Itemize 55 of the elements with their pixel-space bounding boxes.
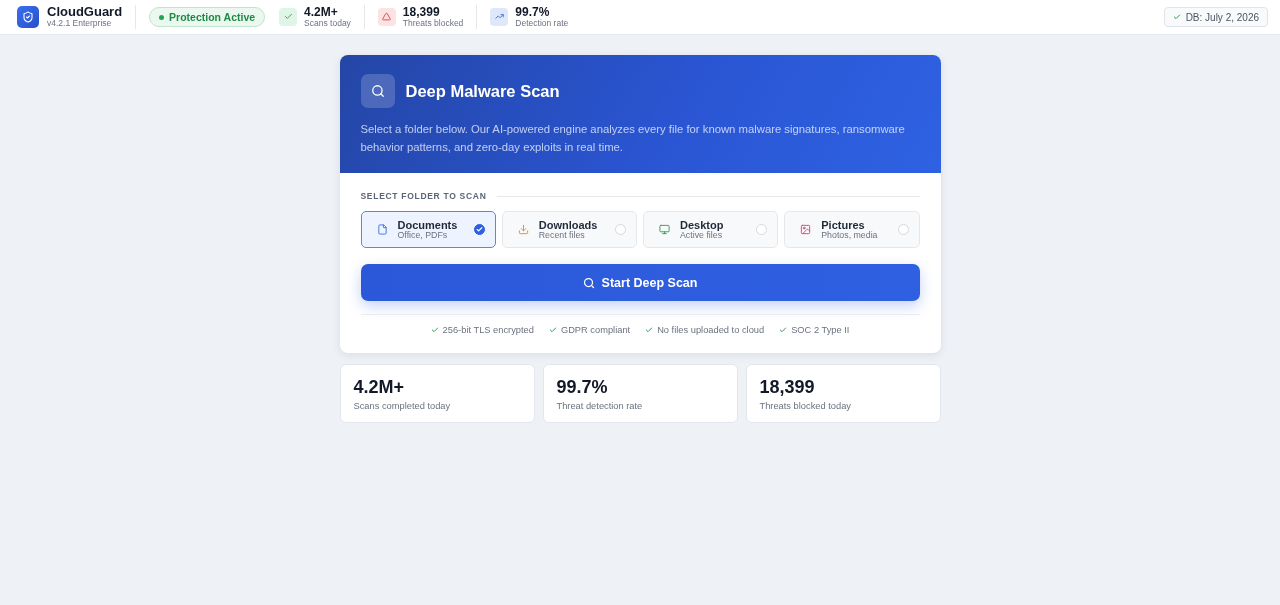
stat-value: 99.7% [556,377,609,398]
radio-empty-icon[interactable] [756,224,768,235]
folder-subtitle: Active files [680,230,724,241]
app-version: v4.2.1 Enterprise [47,19,113,29]
feature-text: GDPR compliant [560,325,631,335]
stat-value: 4.2M+ [304,6,338,19]
start-scan-button[interactable]: Start Deep Scan [360,264,920,301]
folder-subtitle: Photos, media [821,230,879,241]
scan-title: Deep Malware Scan [405,81,560,101]
database-date-label: DB: July 2, 2026 [1185,11,1259,23]
status-label: Protection Active [169,11,256,23]
folder-option[interactable]: Pictures Photos, media [784,211,920,248]
download-icon [517,224,529,235]
folder-subtitle: Office, PDFs [397,230,449,241]
stat-label: Scans completed today [353,401,452,411]
check-icon [779,326,788,334]
stat-label: Threats blocked today [759,401,852,411]
check-icon [548,326,557,334]
radio-empty-icon[interactable] [897,224,909,235]
folder-name: Downloads [538,218,599,231]
document-icon [376,224,388,235]
feature-text: No files uploaded to cloud [657,325,765,335]
stat-label: Scans today [304,18,351,28]
folder-subtitle: Recent files [538,230,586,241]
check-icon [645,326,654,334]
scan-description: Select a folder below. Our AI-powered engine analyzes every file for known malware signatures, ransomware behavior patterns, and zero-day exploits in real time. [360,122,906,155]
feature-text: 256-bit TLS encrypted [442,325,534,335]
search-icon [582,276,595,289]
check-icon [1172,13,1181,21]
monitor-icon [659,224,670,235]
folder-option[interactable]: Documents Office, PDFs [360,211,496,248]
trend-up-icon [490,8,509,26]
folder-name: Desktop [680,218,725,231]
stat-label: Threat detection rate [556,401,644,411]
stat-label: Threats blocked [402,18,464,28]
image-icon [800,224,812,235]
folder-name: Documents [397,218,459,231]
search-icon [360,74,395,108]
stat-value: 18,399 [759,377,816,398]
folder-option[interactable]: Desktop Active files [643,211,779,248]
feature-text: SOC 2 Type II [791,325,850,335]
stat-label: Detection rate [515,18,569,28]
section-label: SELECT FOLDER TO SCAN [360,191,487,201]
radio-checked-icon[interactable] [473,224,485,235]
stat-value: 99.7% [515,6,550,19]
check-icon [430,326,439,334]
folder-option[interactable]: Downloads Recent files [501,211,637,248]
app-name: CloudGuard [47,5,123,20]
folder-name: Pictures [821,218,866,231]
stat-value: 18,399 [402,6,440,19]
shield-icon [17,6,39,28]
status-dot-icon [159,14,165,20]
check-icon [279,8,298,26]
radio-empty-icon[interactable] [615,224,626,235]
stat-value: 4.2M+ [353,377,406,398]
